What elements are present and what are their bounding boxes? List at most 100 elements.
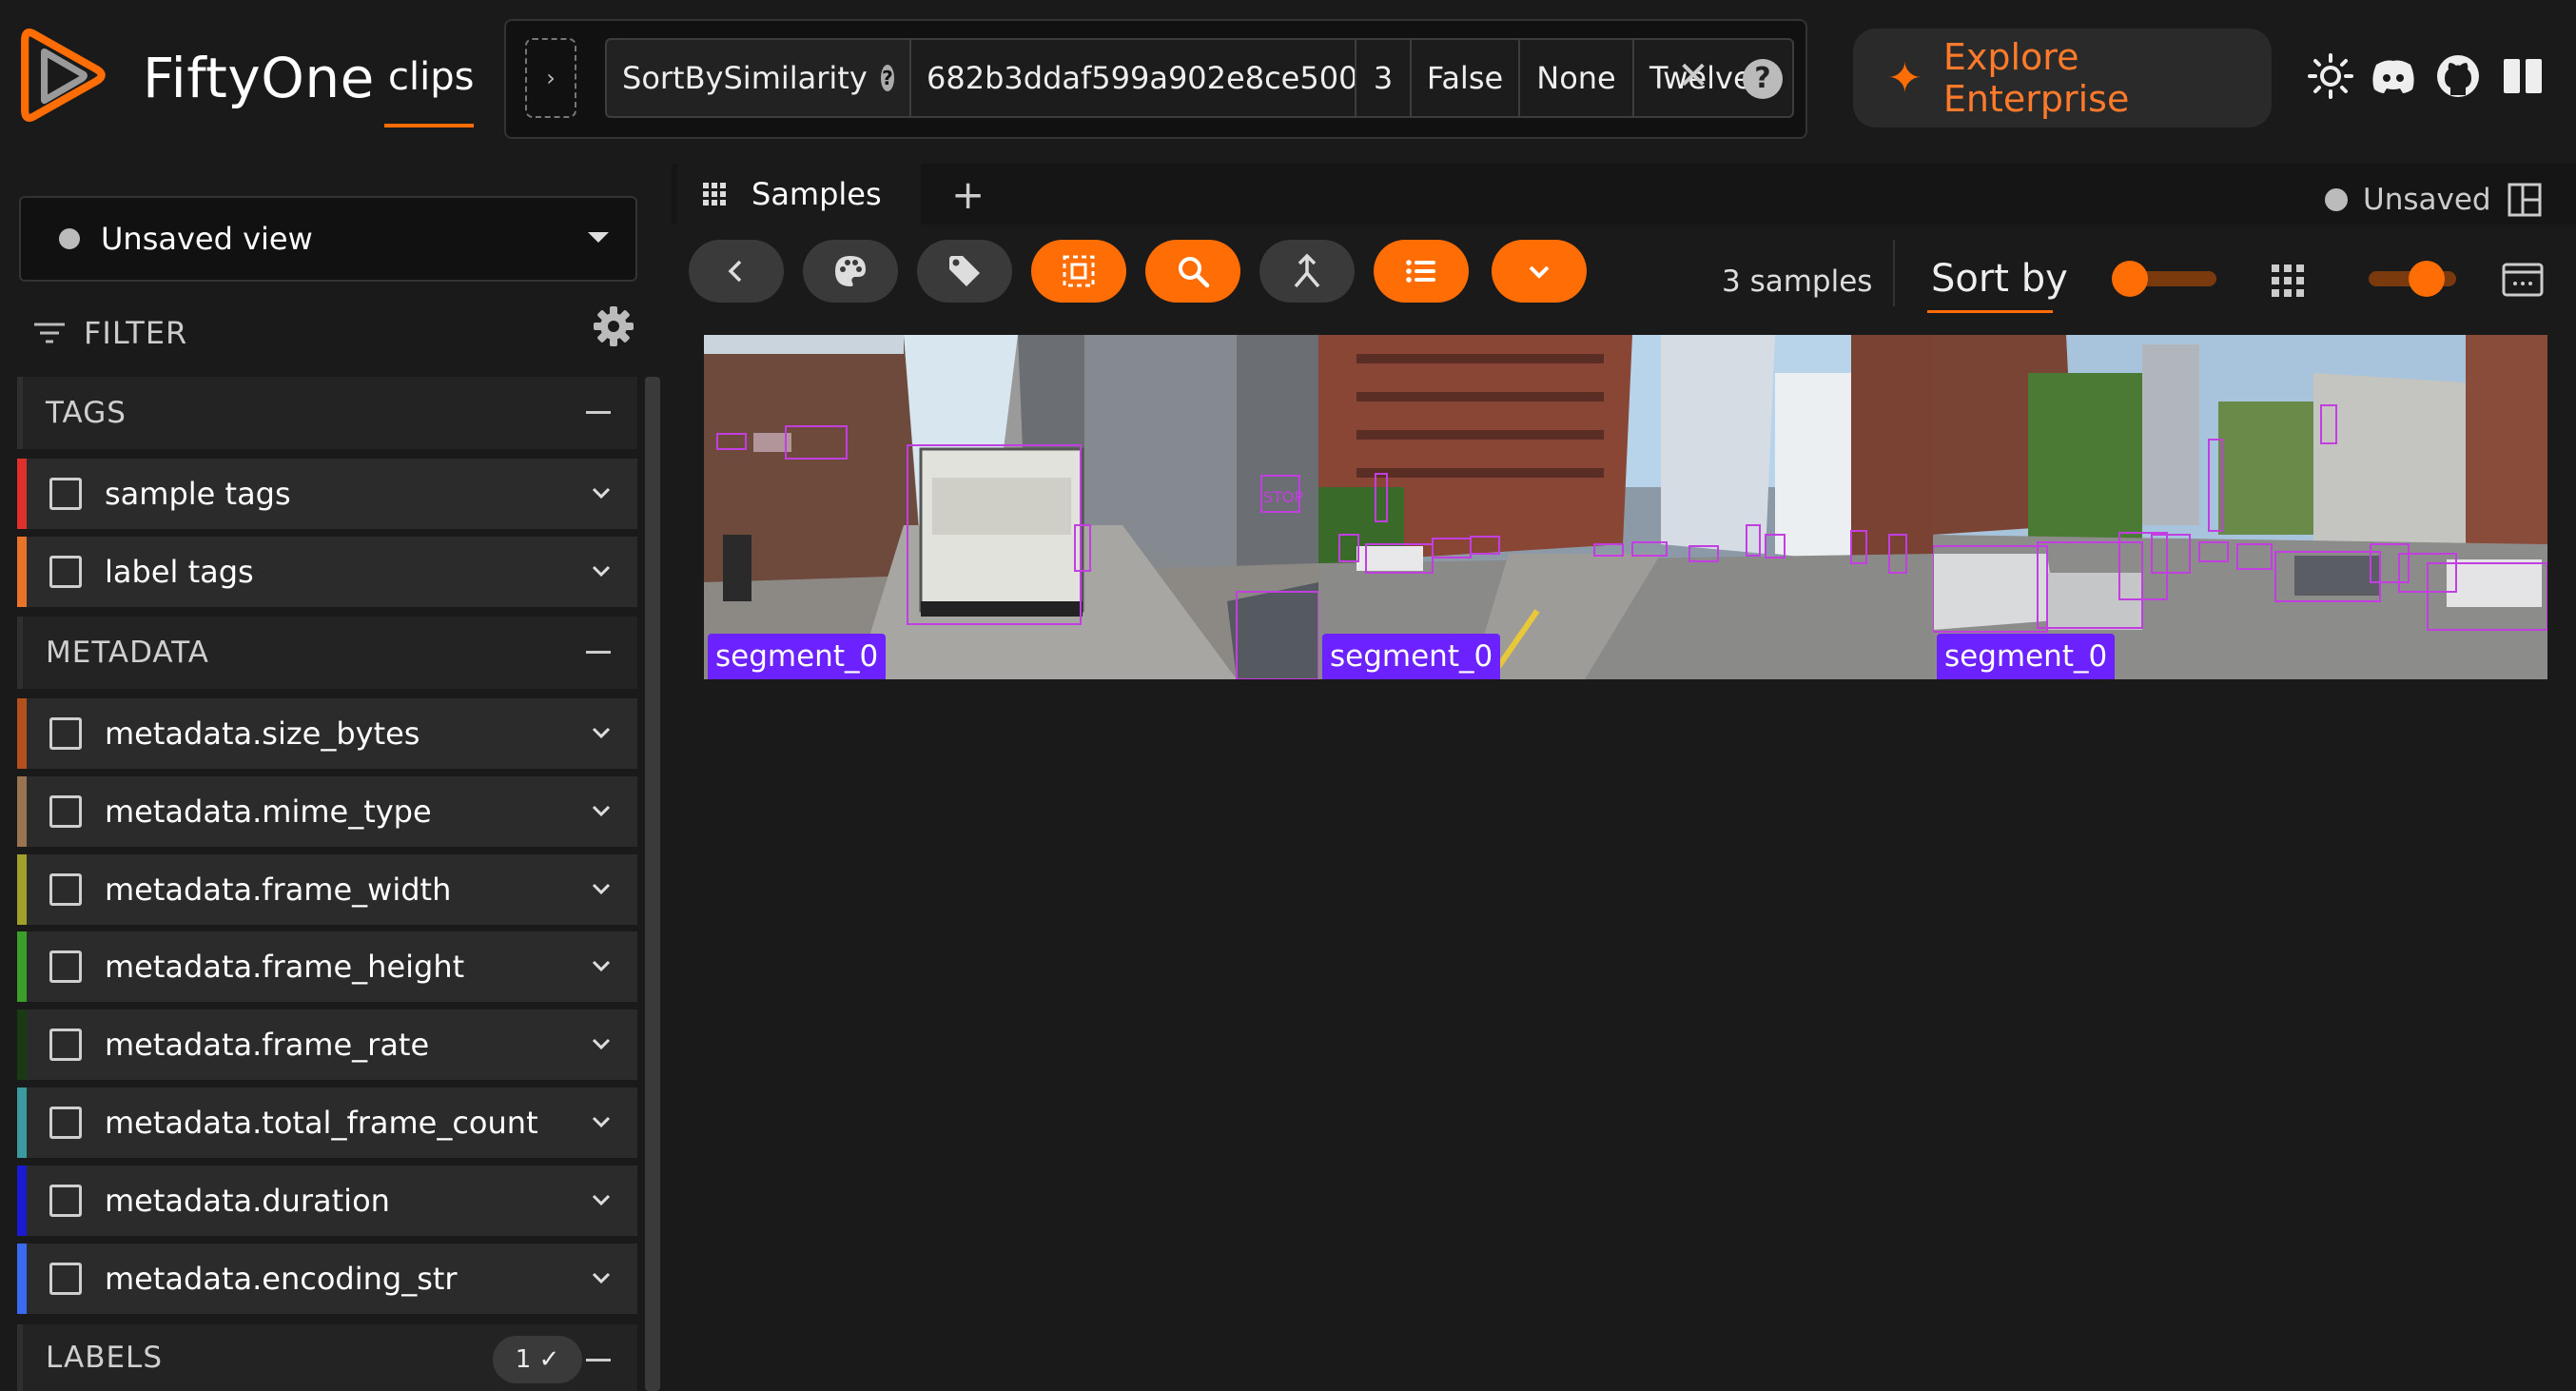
section-labels-label: LABELS [46,1341,163,1375]
checkbox[interactable] [49,1029,82,1061]
sample-tile[interactable]: STOP segment_0 [704,335,1318,679]
checkbox[interactable] [49,1185,82,1217]
sun-icon[interactable] [2306,51,2355,101]
sidebar-row-metadata[interactable]: metadata.encoding_str [17,1244,637,1314]
back-button[interactable] [689,240,784,303]
chevron-down-icon[interactable] [590,877,613,900]
checkbox[interactable] [49,478,82,510]
help-icon[interactable]: ? [1743,59,1783,99]
color-scheme-button[interactable] [803,240,898,303]
chevron-down-icon[interactable] [590,1188,613,1211]
search-icon [1179,257,1210,288]
github-icon[interactable] [2433,51,2483,101]
tag-icon [949,256,980,286]
checkbox[interactable] [49,717,82,750]
chevron-down-icon[interactable] [590,799,613,822]
patches-button[interactable] [1374,240,1469,303]
chevron-down-icon[interactable] [590,954,613,977]
segment-label: segment_0 [1937,634,2116,679]
question-icon[interactable]: ? [880,65,894,91]
chevron-down-icon[interactable] [590,721,613,744]
section-tags[interactable]: TAGS [17,377,637,449]
select-labels-button[interactable] [1031,240,1126,303]
stage-param-reverse[interactable]: False [1410,38,1520,118]
row-label: metadata.encoding_str [105,1261,458,1297]
zoom-slider-thumb[interactable] [2112,261,2148,297]
checkbox[interactable] [49,556,82,588]
chevron-down-icon[interactable] [590,481,613,504]
tab-samples[interactable]: Samples [677,164,921,225]
discord-icon[interactable] [2369,51,2418,101]
docs-icon[interactable] [2498,51,2547,101]
view-color-dot [59,228,80,249]
sidebar-row-metadata[interactable]: metadata.frame_height [17,931,637,1002]
sidebar-row-metadata[interactable]: metadata.total_frame_count [17,1087,637,1158]
caret-down-icon [588,232,609,243]
sidebar-row-sample-tags[interactable]: sample tags [17,459,637,529]
grid-size-slider-thumb[interactable] [2409,261,2445,297]
explore-enterprise-label: Explore Enterprise [1942,36,2130,120]
fiftyone-logo-icon[interactable] [17,27,114,124]
view-bar-expand-button[interactable]: › [525,38,576,118]
row-label: metadata.mime_type [105,793,432,830]
sidebar-row-metadata[interactable]: metadata.frame_width [17,854,637,925]
status-dot [2325,188,2348,211]
sidebar-row-metadata[interactable]: metadata.size_bytes [17,698,637,769]
layout-icon[interactable] [2508,183,2542,217]
stage-param-dist-field[interactable]: None [1518,38,1634,118]
sample-image: STOP [704,335,1318,679]
view-stage-label: SortBySimilarity [622,60,868,96]
chevron-down-icon[interactable] [590,1266,613,1289]
filter-label: FILTER [84,315,188,351]
grid-icon [703,183,726,206]
sample-tile[interactable]: segment_0 [1318,335,1933,679]
collapse-icon[interactable] [586,651,611,654]
add-panel-button[interactable]: + [951,171,985,218]
tag-button[interactable] [917,240,1012,303]
row-label: metadata.frame_height [105,949,465,985]
sidebar-row-metadata[interactable]: metadata.mime_type [17,776,637,847]
segment-label: segment_0 [1322,634,1501,679]
sidebar-row-label-tags[interactable]: label tags [17,537,637,607]
checkbox[interactable] [49,1107,82,1139]
svg-text:STOP: STOP [1263,488,1304,506]
similarity-search-button[interactable] [1145,240,1240,303]
collapse-icon[interactable] [586,1359,611,1362]
explore-enterprise-button[interactable]: ✦ Explore Enterprise [1853,29,2272,127]
checkbox[interactable] [49,950,82,983]
sidebar-row-metadata[interactable]: metadata.frame_rate [17,1009,637,1080]
more-actions-button[interactable] [1492,240,1587,303]
grid-settings-icon[interactable] [2502,261,2544,299]
merge-button[interactable] [1259,240,1355,303]
section-metadata[interactable]: METADATA [17,617,637,689]
view-stage-name[interactable]: SortBySimilarity ? [605,38,909,118]
labels-count-badge[interactable]: 1 ✓ [493,1336,582,1383]
dataset-tab[interactable]: clips [388,55,474,99]
stage-param-k[interactable]: 3 [1355,38,1412,118]
chevron-down-icon[interactable] [590,1110,613,1133]
sample-tile[interactable]: segment_0 [1933,335,2547,679]
chevron-down-icon[interactable] [590,559,613,582]
filter-icon [34,323,65,343]
sort-by-underline [1927,310,2053,313]
sample-count: 3 samples [1722,264,1873,299]
checkbox[interactable] [49,873,82,906]
sort-by-select[interactable]: Sort by [1931,257,2068,301]
gear-icon[interactable] [592,304,635,348]
checkbox[interactable] [49,1263,82,1295]
merge-icon [1294,253,1320,288]
section-metadata-label: METADATA [46,636,209,670]
checkbox[interactable] [49,795,82,828]
chevron-left-icon [728,260,742,283]
sidebar-scrollbar[interactable] [645,377,660,1391]
grid-density-icon[interactable] [2270,263,2306,299]
saved-view-select[interactable]: Unsaved view [19,196,637,282]
brand-name[interactable]: FiftyOne [143,46,375,110]
dataset-tab-underline [384,124,474,127]
collapse-icon[interactable] [586,411,611,414]
sidebar-row-metadata[interactable]: metadata.duration [17,1166,637,1236]
row-label: metadata.frame_width [105,872,452,908]
chevron-down-icon[interactable] [590,1032,613,1055]
stage-param-query-id[interactable]: 682b3ddaf599a902e8ce500a [909,38,1356,118]
close-icon[interactable]: ✕ [1676,57,1710,95]
